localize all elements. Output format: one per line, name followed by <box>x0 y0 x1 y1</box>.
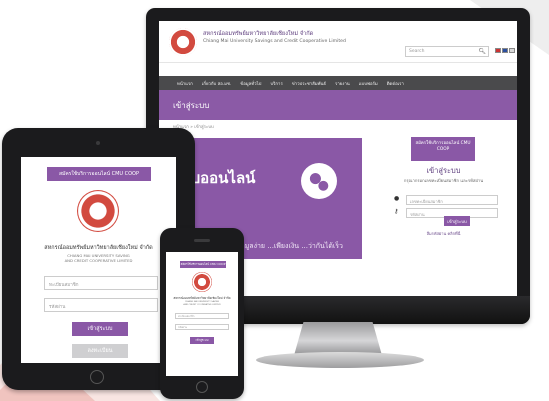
phone-screen: สมัครใช้บริการออนไลน์ CMU COOP สหกรณ์ออม… <box>166 252 238 376</box>
page-banner: เข้าสู่ระบบ <box>159 90 517 120</box>
org-name-en-line2: AND CREDIT COOPERATIVE LIMITED <box>64 258 133 263</box>
coop-logo <box>192 272 212 292</box>
coop-logo[interactable] <box>169 28 197 56</box>
coop-logo <box>77 190 119 232</box>
phone-speaker <box>194 239 210 242</box>
lang-flag-th[interactable] <box>495 48 501 53</box>
login-panel: สมัครใช้บริการออนไลน์ CMU COOP เข้าสู่ระ… <box>372 137 515 257</box>
org-name-en-line2: AND CREDIT COOPERATIVE LIMITED <box>183 304 221 306</box>
search-placeholder: Search <box>409 49 425 54</box>
hero-tagline: ...ข้อมูลง่าย ...เพียงเงิน ...ว่ากันได้เ… <box>229 242 343 250</box>
phone-home-button[interactable] <box>196 381 208 393</box>
monitor-stand-base <box>256 352 424 368</box>
language-switcher <box>495 48 515 53</box>
nav-item-forms[interactable]: แบบฟอร์ม <box>359 80 378 87</box>
online-service-signup-button[interactable]: สมัครใช้บริการออนไลน์ CMU COOP <box>411 137 475 161</box>
magnifier-icon[interactable]: 🔍︎ <box>478 48 486 55</box>
tablet-camera <box>96 141 100 145</box>
nav-item-home[interactable]: หน้าแรก <box>177 80 193 87</box>
tablet-screen: สมัครใช้บริการออนไลน์ CMU COOP สหกรณ์ออม… <box>21 157 176 363</box>
register-button[interactable]: ลงทะเบียน <box>72 344 128 358</box>
nav-item-general[interactable]: ข้อมูลทั่วไป <box>240 80 261 87</box>
nav-item-news[interactable]: ข่าวประชาสัมพันธ์ <box>292 80 326 87</box>
user-icon: ● <box>394 195 400 202</box>
monitor-stand-neck <box>293 322 383 356</box>
member-id-input[interactable]: เลขทะเบียนสมาชิก <box>406 195 498 205</box>
globe-icon <box>301 163 337 199</box>
nav-item-contact[interactable]: ติดต่อเรา <box>387 80 404 87</box>
lang-flag-other[interactable] <box>509 48 515 53</box>
forgot-password-link[interactable]: ลืมรหัสผ่าน คลิกที่นี่ <box>372 230 515 237</box>
nav-item-reports[interactable]: รายงาน <box>335 80 350 87</box>
login-submit-button[interactable]: เข้าสู่ระบบ <box>190 337 214 344</box>
password-input[interactable]: รหัสผ่าน <box>175 324 229 330</box>
key-icon: ⚷ <box>394 208 399 215</box>
online-service-signup-button[interactable]: สมัครใช้บริการออนไลน์ CMU COOP <box>47 167 151 181</box>
brand-name-th: สหกรณ์ออมทรัพย์มหาวิทยาลัยเชียงใหม่ จำกั… <box>203 31 314 37</box>
lang-flag-en[interactable] <box>502 48 508 53</box>
member-id-input[interactable]: ทะเบียนสมาชิก <box>175 313 229 319</box>
login-title: เข้าสู่ระบบ <box>426 166 461 175</box>
site-header: สหกรณ์ออมทรัพย์มหาวิทยาลัยเชียงใหม่ จำกั… <box>159 21 517 63</box>
main-nav: หน้าแรก เกี่ยวกับ สอ.มช. ข้อมูลทั่วไป บร… <box>159 76 517 90</box>
nav-item-about[interactable]: เกี่ยวกับ สอ.มช. <box>202 80 231 87</box>
page-title: เข้าสู่ระบบ <box>173 101 210 110</box>
member-id-input[interactable]: ทะเบียนสมาชิก <box>44 276 158 290</box>
search-input[interactable]: Search 🔍︎ <box>405 46 489 57</box>
login-submit-button[interactable]: เข้าสู่ระบบ <box>72 322 128 336</box>
login-hint: กรุณากรอกเลขทะเบียนสมาชิก และรหัสผ่าน <box>403 178 484 183</box>
phone-device: สมัครใช้บริการออนไลน์ CMU COOP สหกรณ์ออม… <box>160 228 244 399</box>
tablet-home-button[interactable] <box>90 370 104 384</box>
password-input[interactable]: รหัสผ่าน <box>44 298 158 312</box>
login-submit-button[interactable]: เข้าสู่ระบบ <box>444 216 470 226</box>
online-service-signup-button[interactable]: สมัครใช้บริการออนไลน์ CMU COOP <box>180 261 226 268</box>
brand-name-en: Chiang Mai University Savings and Credit… <box>203 39 346 44</box>
nav-item-services[interactable]: บริการ <box>270 80 282 87</box>
org-name-en-line1: CHIANG MAI UNIVERSITY SAVING <box>184 301 220 303</box>
org-name-th: สหกรณ์ออมทรัพย์มหาวิทยาลัยเชียงใหม่ จำกั… <box>44 245 153 251</box>
